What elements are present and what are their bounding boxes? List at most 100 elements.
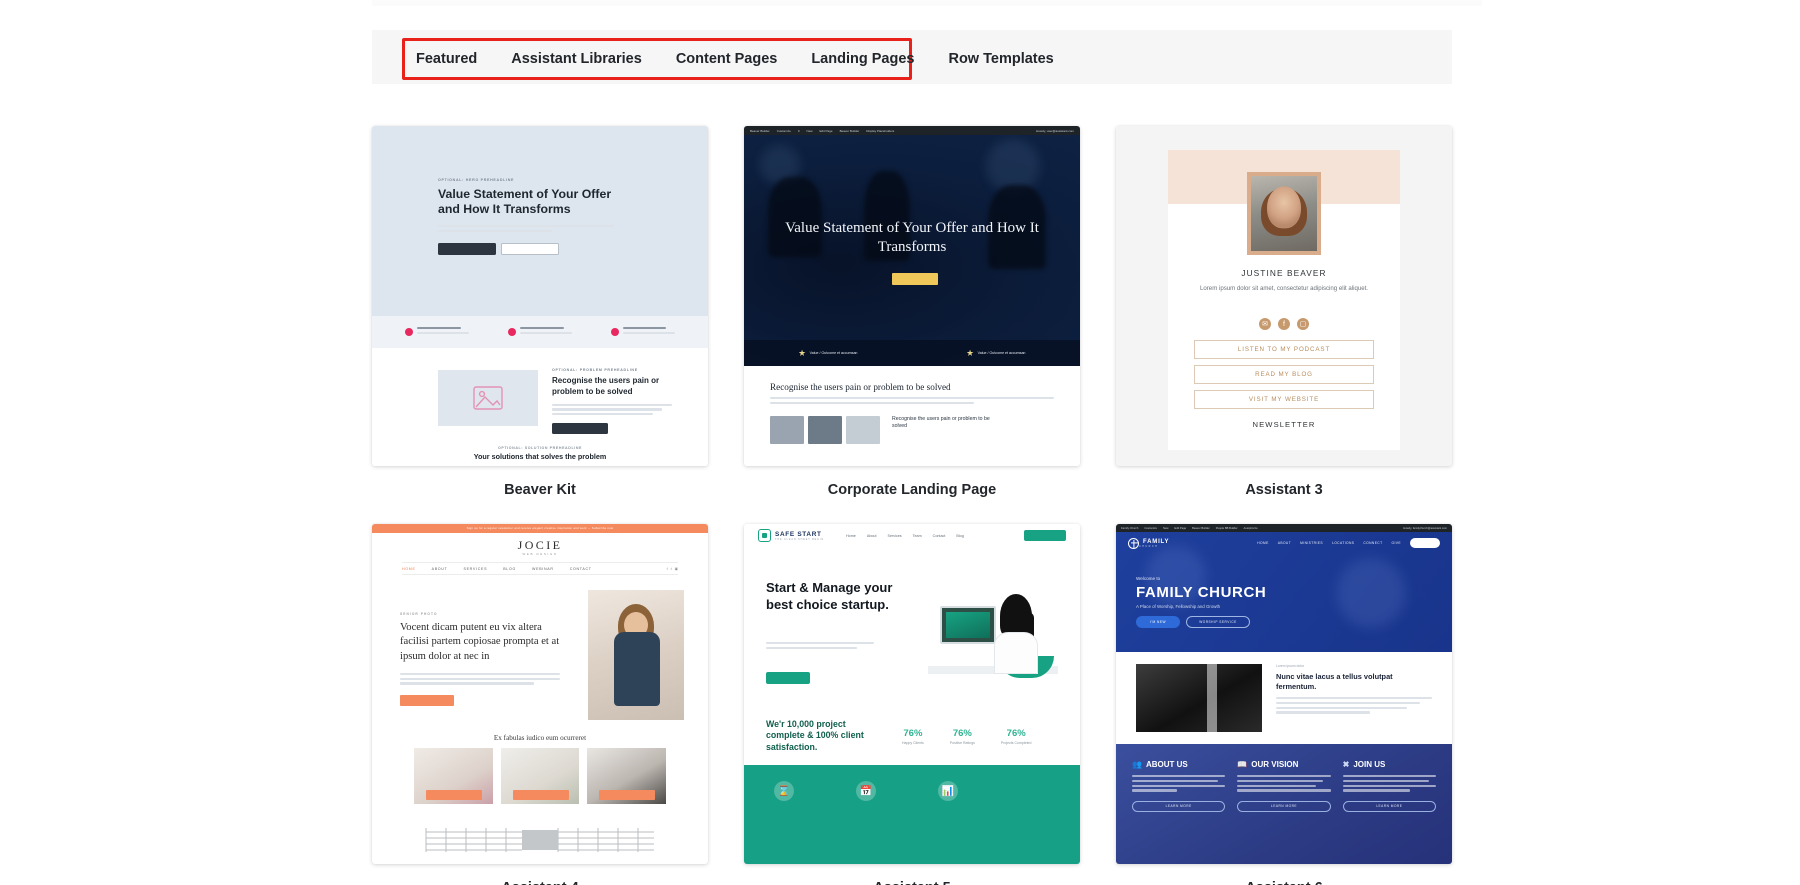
preview-podcast-button: LISTEN TO MY PODCAST [1194, 340, 1374, 359]
tab-content-pages[interactable]: Content Pages [659, 38, 795, 80]
wp-admin-bar: Beaver Builder Customize 0 New Edit Page… [744, 126, 1080, 135]
template-cell-corporate-landing-page: Beaver Builder Customize 0 New Edit Page… [744, 126, 1080, 524]
preview-cta-button [400, 694, 454, 706]
preview-nav-webinar: WEBINAR [532, 566, 554, 571]
preview-primary-button [438, 242, 496, 255]
calendar-icon: 📅 [856, 781, 876, 801]
tab-row-templates[interactable]: Row Templates [931, 38, 1070, 80]
preview-subheadline: A Place of Worship, Fellowship and Growt… [1136, 604, 1221, 609]
preview-nav-give: GIVE [1391, 541, 1401, 545]
preview-announcement-bar: Sign up for a regular newsletter and rec… [372, 524, 708, 533]
tab-landing-pages[interactable]: Landing Pages [794, 38, 931, 80]
facebook-icon: f [1278, 318, 1290, 330]
preview-image [846, 415, 880, 444]
instagram-icon: ▣ [674, 566, 678, 571]
tab-assistant-libraries[interactable]: Assistant Libraries [494, 38, 659, 80]
preview-logo: SAFE START THE CLEAN SHEET BEGIN [758, 529, 824, 542]
preview-profile-card: JUSTINE BEAVER Lorem ipsum dolor sit ame… [1168, 150, 1400, 450]
template-thumbnail-assistant-3: JUSTINE BEAVER Lorem ipsum dolor sit ame… [1116, 126, 1452, 466]
template-cell-assistant-3: JUSTINE BEAVER Lorem ipsum dolor sit ame… [1116, 126, 1452, 524]
preview-tile-row [414, 748, 667, 804]
preview-column-header: 👥 ABOUT US [1132, 760, 1225, 769]
preview-hero-text: SENIOR PHOTO Vocent dicam putent eu vix … [400, 612, 560, 706]
preview-footer-decoration [418, 826, 662, 854]
admin-bar-item: 0 [797, 128, 800, 133]
preview-stat-value: 76% [952, 727, 972, 739]
preview-website-button: VISIT MY WEBSITE [1194, 390, 1374, 409]
preview-cta-button [892, 273, 938, 285]
preview-illustration [918, 580, 1068, 690]
preview-feature-label: Value / Outcome et accumsan [809, 351, 858, 355]
tab-featured[interactable]: Featured [402, 38, 494, 80]
preview-image [808, 415, 842, 444]
preview-nav-social: f t ▣ [667, 567, 678, 571]
preview-headline: Value Statement of Your Offer and How It… [438, 187, 612, 217]
preview-tile-button [599, 790, 656, 800]
admin-bar-item: Autoptimize [1243, 526, 1258, 530]
template-card-beaver-kit[interactable]: OPTIONAL: HERO PREHEADLINE Value Stateme… [372, 126, 708, 466]
preview-secondary-button [501, 242, 559, 255]
preview-column-button: LEARN MORE [1132, 800, 1226, 812]
template-card-corporate-landing-page[interactable]: Beaver Builder Customize 0 New Edit Page… [744, 126, 1080, 466]
preview-mid-section: Lorem ipsum dolor Nunc vitae lacus a tel… [1116, 652, 1452, 744]
admin-bar-item: Beaver Builder [839, 128, 860, 133]
preview-hero-buttons [438, 242, 628, 255]
people-icon: 👥 [1132, 760, 1142, 769]
check-circle-icon [507, 328, 516, 336]
wp-admin-bar: Family Church Customize New Edit Page Be… [1116, 524, 1452, 532]
preview-columns-section: 👥 ABOUT US LEARN MORE 📖 OUR VISION LEARN… [1116, 744, 1452, 864]
preview-section-headline: Ex fabulas iudico eum ocurreret [493, 734, 587, 742]
template-cell-assistant-4: Sign up for a regular newsletter and rec… [372, 524, 708, 885]
star-icon [798, 349, 806, 356]
illustration-body [994, 632, 1038, 674]
template-card-assistant-3[interactable]: JUSTINE BEAVER Lorem ipsum dolor sit ame… [1116, 126, 1452, 466]
preview-footer-eyebrow: OPTIONAL: SOLUTION PREHEADLINE [497, 446, 583, 450]
template-title-assistant-4: Assistant 4 [372, 864, 708, 885]
preview-eyebrow: OPTIONAL: HERO PREHEADLINE [438, 178, 515, 182]
preview-nav-cta-button [1024, 530, 1066, 541]
template-card-assistant-6[interactable]: Family Church Customize New Edit Page Be… [1116, 524, 1452, 864]
preview-column-header: 📖 OUR VISION [1237, 760, 1330, 769]
template-thumbnail-assistant-6: Family Church Customize New Edit Page Be… [1116, 524, 1452, 864]
preview-nav-home: Home [846, 533, 856, 538]
preview-nav-about: ABOUT [431, 566, 448, 571]
preview-logo-sub: WEB DESIGN [522, 552, 558, 556]
preview-hero-buttons: I'M NEW WORSHIP SERVICE [1136, 616, 1250, 628]
preview-feature-item [507, 327, 572, 337]
admin-bar-item: Edit Page [1174, 526, 1187, 530]
check-circle-icon [405, 328, 414, 336]
preview-section-eyebrow: OPTIONAL: PROBLEM PREHEADLINE [552, 368, 638, 372]
illustration-monitor [940, 606, 996, 644]
twitter-icon: ✉ [1259, 318, 1271, 330]
preview-feature-item [610, 327, 675, 337]
preview-hero: OPTIONAL: HERO PREHEADLINE Value Stateme… [372, 126, 708, 316]
preview-stat-label: Happy Clients [902, 740, 924, 745]
preview-hero-image [588, 590, 684, 720]
preview-section-button [552, 423, 608, 435]
top-partial-strip-right [952, 0, 1482, 6]
image-placeholder-icon [438, 370, 538, 426]
preview-image [770, 415, 804, 444]
preview-nav-locations: LOCATIONS [1331, 541, 1355, 545]
twitter-icon: t [670, 566, 672, 571]
template-card-assistant-5[interactable]: SAFE START THE CLEAN SHEET BEGIN Home Ab… [744, 524, 1080, 864]
preview-logo-text: FAMILY [1143, 538, 1170, 545]
preview-footer-headline: Your solutions that solves the problem [473, 452, 607, 461]
preview-body-text [766, 642, 874, 652]
preview-stat: 76% Positive Ratings [950, 728, 975, 745]
preview-tile [414, 748, 493, 804]
preview-stat-value: 76% [903, 727, 923, 739]
admin-bar-item: Display Placeholders [866, 128, 895, 133]
preview-stat-label: Positive Ratings [949, 740, 975, 745]
preview-headline: FAMILY CHURCH [1136, 584, 1267, 601]
preview-stat: 76% Happy Clients [902, 728, 924, 745]
church-logo-icon [1128, 537, 1139, 549]
preview-nav-contact: Contact [932, 533, 946, 538]
preview-feature-label: Value / Outcome et accumsan [977, 351, 1026, 355]
preview-body-text [400, 672, 560, 685]
template-picker-page: Featured Assistant Libraries Content Pag… [0, 0, 1800, 885]
preview-footer: OPTIONAL: SOLUTION PREHEADLINE Your solu… [372, 446, 708, 461]
preview-eyebrow: Lorem ipsum dolor [1276, 664, 1305, 668]
template-card-assistant-4[interactable]: Sign up for a regular newsletter and rec… [372, 524, 708, 864]
admin-bar-item: Beaver Builder [1192, 526, 1210, 530]
